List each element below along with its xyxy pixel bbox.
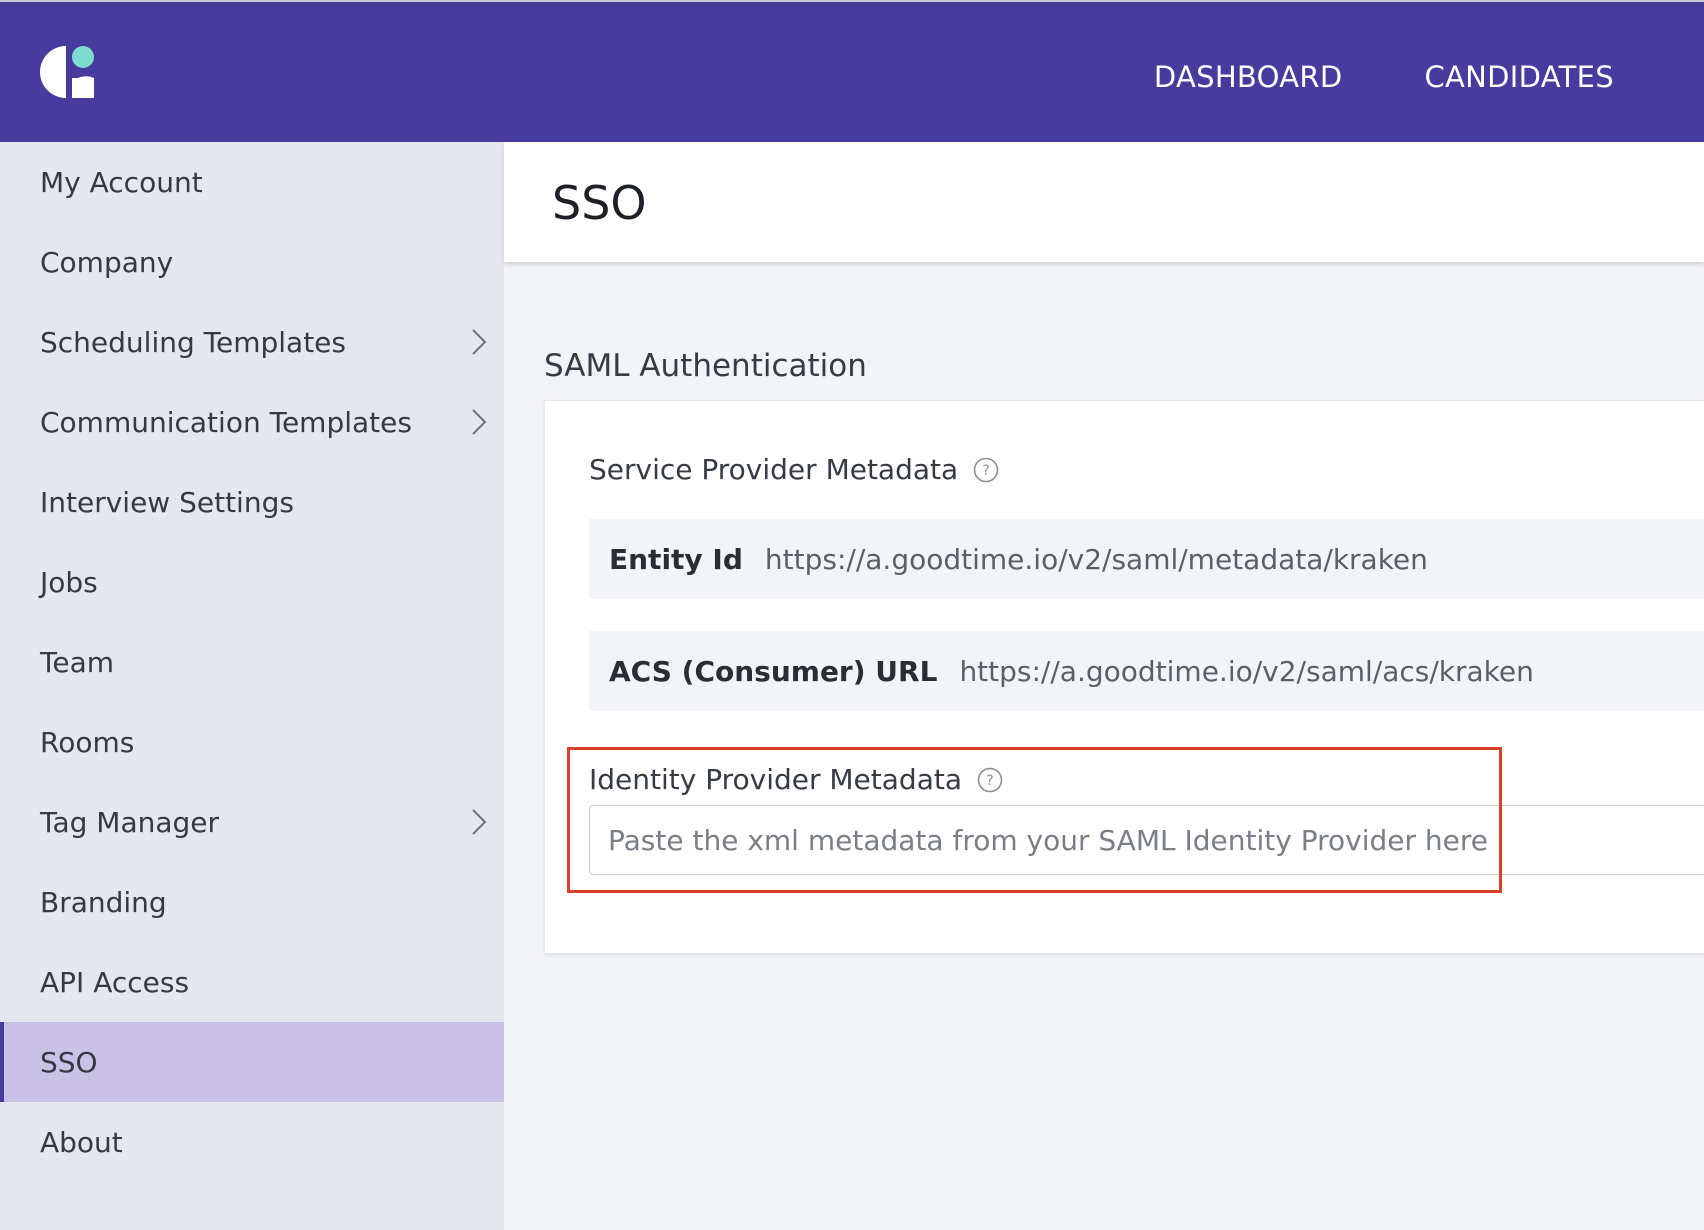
top-navigation-bar: DASHBOARD CANDIDATES	[0, 0, 1704, 142]
sidebar-item-about[interactable]: About	[0, 1102, 504, 1182]
chevron-right-icon	[472, 329, 487, 355]
sidebar-item-jobs[interactable]: Jobs	[0, 542, 504, 622]
nav-link-candidates[interactable]: CANDIDATES	[1424, 60, 1614, 94]
acs-url-key: ACS (Consumer) URL	[609, 654, 938, 688]
goodtime-logo-icon[interactable]	[38, 44, 102, 108]
help-icon[interactable]: ?	[976, 766, 1004, 794]
sidebar-item-label: Interview Settings	[40, 485, 294, 519]
page-title: SSO	[552, 176, 647, 230]
sidebar-item-label: Jobs	[40, 565, 98, 599]
sidebar-item-branding[interactable]: Branding	[0, 862, 504, 942]
sidebar-item-my-account[interactable]: My Account	[0, 142, 504, 222]
acs-url-value[interactable]: https://a.goodtime.io/v2/saml/acs/kraken	[959, 655, 1533, 688]
chevron-right-icon	[472, 409, 487, 435]
sidebar-item-label: Tag Manager	[40, 805, 220, 839]
sidebar-item-api-access[interactable]: API Access	[0, 942, 504, 1022]
sidebar-item-company[interactable]: Company	[0, 222, 504, 302]
settings-sidebar: My Account Company Scheduling Templates …	[0, 142, 504, 1230]
sidebar-item-label: Rooms	[40, 725, 135, 759]
svg-text:?: ?	[986, 773, 993, 789]
nav-link-dashboard[interactable]: DASHBOARD	[1154, 60, 1343, 94]
sidebar-item-label: Communication Templates	[40, 405, 412, 439]
page-header: SSO	[504, 142, 1704, 262]
sidebar-item-rooms[interactable]: Rooms	[0, 702, 504, 782]
idp-metadata-label: Identity Provider Metadata ?	[589, 763, 1004, 796]
sp-metadata-label: Service Provider Metadata ?	[589, 453, 1000, 486]
sidebar-item-interview-settings[interactable]: Interview Settings	[0, 462, 504, 542]
help-icon[interactable]: ?	[972, 456, 1000, 484]
sidebar-item-sso[interactable]: SSO	[0, 1022, 504, 1102]
section-title: SAML Authentication	[544, 348, 867, 384]
top-nav: DASHBOARD CANDIDATES	[1154, 60, 1614, 94]
sidebar-item-label: My Account	[40, 165, 203, 199]
sidebar-item-label: SSO	[40, 1045, 98, 1079]
sp-metadata-label-text: Service Provider Metadata	[589, 453, 959, 486]
sidebar-item-communication-templates[interactable]: Communication Templates	[0, 382, 504, 462]
idp-metadata-label-text: Identity Provider Metadata	[589, 763, 962, 796]
sidebar-item-tag-manager[interactable]: Tag Manager	[0, 782, 504, 862]
entity-id-key: Entity Id	[609, 542, 743, 576]
sidebar-item-label: Company	[40, 245, 174, 279]
chevron-right-icon	[472, 809, 487, 835]
sidebar-item-label: Branding	[40, 885, 167, 919]
entity-id-value[interactable]: https://a.goodtime.io/v2/saml/metadata/k…	[765, 543, 1428, 576]
idp-metadata-input[interactable]	[589, 805, 1704, 875]
svg-text:?: ?	[982, 463, 989, 479]
sidebar-item-label: Scheduling Templates	[40, 325, 346, 359]
entity-id-row: Entity Id https://a.goodtime.io/v2/saml/…	[589, 519, 1704, 599]
sidebar-item-team[interactable]: Team	[0, 622, 504, 702]
sidebar-item-label: Team	[40, 645, 115, 679]
sidebar-item-scheduling-templates[interactable]: Scheduling Templates	[0, 302, 504, 382]
saml-settings-card: Service Provider Metadata ? Entity Id ht…	[544, 400, 1704, 954]
sidebar-item-label: API Access	[40, 965, 190, 999]
sidebar-item-label: About	[40, 1125, 123, 1159]
acs-url-row: ACS (Consumer) URL https://a.goodtime.io…	[589, 631, 1704, 711]
